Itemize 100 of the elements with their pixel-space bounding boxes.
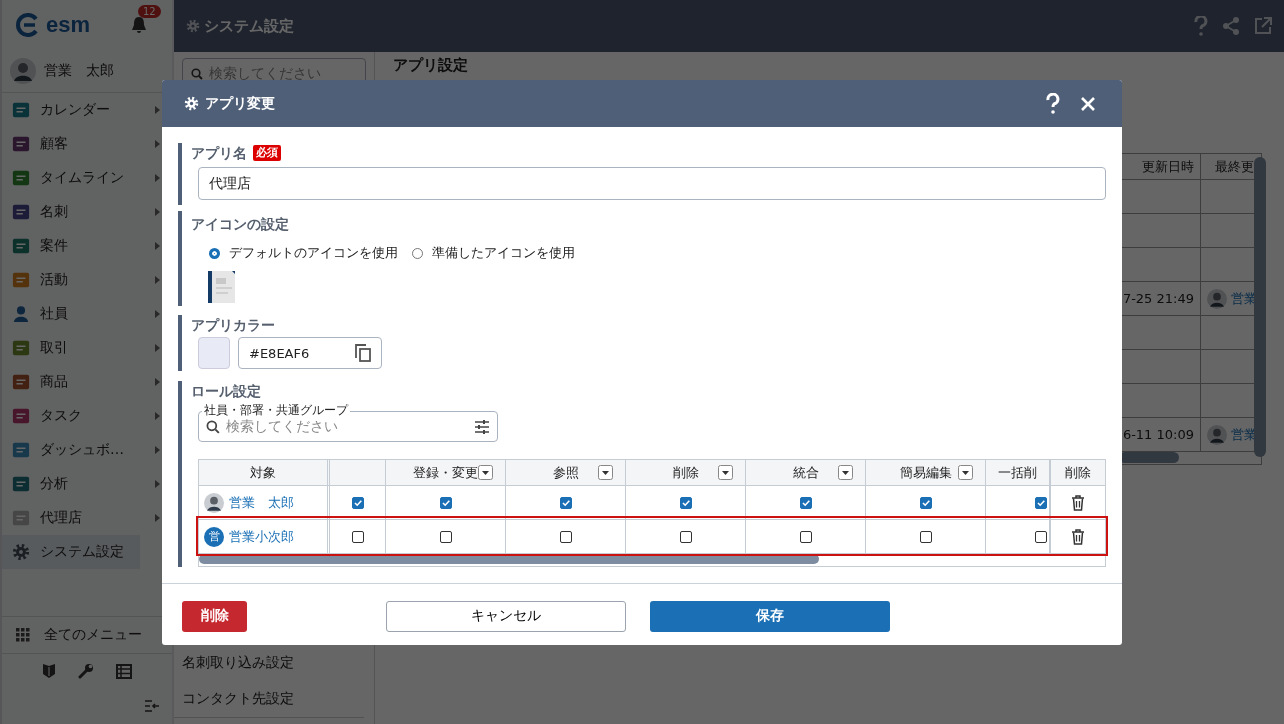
filter-icon[interactable] <box>474 419 490 434</box>
close-icon[interactable] <box>1080 95 1096 112</box>
help-icon[interactable] <box>1046 92 1060 115</box>
nav-item[interactable]: システム設定 <box>2 535 140 569</box>
nav-item[interactable]: 取引 <box>2 331 172 365</box>
logo-icon <box>16 13 40 37</box>
checkbox[interactable] <box>679 496 692 509</box>
checkbox[interactable] <box>1035 496 1047 509</box>
tile-icon <box>12 203 30 221</box>
arrow-icon <box>155 378 160 386</box>
save-button[interactable]: 保存 <box>650 600 890 632</box>
dropdown-icon[interactable] <box>718 465 733 480</box>
nav-item[interactable]: 分析 <box>2 467 172 501</box>
bell-icon[interactable] <box>130 15 148 35</box>
table-row[interactable]: 営 営業小次郎 <box>199 519 1105 553</box>
trash-icon[interactable] <box>1071 494 1085 511</box>
dropdown-icon[interactable] <box>838 465 853 480</box>
nav-item[interactable]: 名刺 <box>2 195 172 229</box>
nav-item[interactable]: タイムライン <box>2 161 172 195</box>
grid-icon <box>16 628 30 642</box>
color-swatch[interactable] <box>198 337 230 369</box>
input-field[interactable]: #E8EAF6 <box>238 337 382 369</box>
column-header: 統合 <box>792 463 819 482</box>
dropdown-icon[interactable] <box>478 465 493 480</box>
settings-menu-item[interactable]: 名刺取り込み設定 <box>174 645 374 681</box>
arrow-icon <box>155 446 160 454</box>
arrow-icon <box>155 412 160 420</box>
settings-menu-item[interactable]: コンタクト先設定 <box>174 681 374 717</box>
wrench-icon[interactable] <box>78 663 94 679</box>
arrow-icon <box>155 276 160 284</box>
nav-item[interactable]: 案件 <box>2 229 172 263</box>
tile-icon <box>12 169 30 187</box>
dropdown-icon[interactable] <box>958 465 973 480</box>
checkbox[interactable] <box>559 496 572 509</box>
checkbox[interactable] <box>919 530 932 543</box>
checkbox[interactable] <box>799 496 812 509</box>
checkbox[interactable] <box>351 530 364 543</box>
tile-icon <box>12 339 30 357</box>
tile-icon <box>12 509 30 527</box>
scrollbar-thumb[interactable] <box>199 554 819 564</box>
tile-icon <box>12 237 30 255</box>
column-header: 対象 <box>199 460 330 485</box>
scrollbar-thumb[interactable] <box>1254 157 1266 457</box>
nav-item[interactable]: 商品 <box>2 365 172 399</box>
column-header: 一括削 <box>998 463 1037 482</box>
checkbox[interactable] <box>351 496 364 509</box>
shield-icon[interactable] <box>42 663 56 679</box>
search-icon <box>206 419 220 434</box>
table-row[interactable]: 営業 太郎 <box>199 485 1105 519</box>
gear-icon <box>184 96 199 111</box>
field-label: ロール設定 <box>191 382 262 401</box>
checkbox[interactable] <box>919 496 932 509</box>
column-header: 参照 <box>552 463 579 482</box>
delete-button[interactable]: 削除 <box>182 600 247 632</box>
nav-item[interactable]: 社員 <box>2 297 172 331</box>
arrow-icon <box>155 106 160 114</box>
gear-icon <box>186 19 200 33</box>
nav-item[interactable]: カレンダー <box>2 93 172 127</box>
tile-icon <box>12 373 30 391</box>
user-link[interactable]: 営業小次郎 <box>229 527 294 546</box>
user-avatar[interactable] <box>10 58 36 84</box>
document-icon <box>208 271 236 303</box>
nav-item[interactable]: 活動 <box>2 263 172 297</box>
user-link[interactable]: 営業 太郎 <box>229 493 294 512</box>
search-field[interactable]: 社員・部署・共通グループ 検索してください <box>198 403 498 442</box>
nav-item[interactable]: タスク <box>2 399 172 433</box>
input-field[interactable]: 代理店 <box>198 167 1106 200</box>
checkbox[interactable] <box>1035 530 1047 543</box>
dialog-title: アプリ変更 <box>205 94 275 113</box>
user-avatar <box>1207 424 1227 445</box>
dropdown-icon[interactable] <box>598 465 613 480</box>
scrollbar-thumb[interactable] <box>1119 452 1179 463</box>
required-badge: 必須 <box>253 145 281 161</box>
arrow-icon <box>155 140 160 148</box>
checkbox[interactable] <box>799 530 812 543</box>
checkbox[interactable] <box>679 530 692 543</box>
radio-option[interactable]: デフォルトのアイコンを使用 <box>209 244 398 262</box>
arrow-icon <box>155 174 160 182</box>
radio-option[interactable]: 準備したアイコンを使用 <box>412 244 575 262</box>
cancel-button[interactable]: キャンセル <box>386 600 626 632</box>
collapse-icon[interactable] <box>144 699 160 713</box>
checkbox[interactable] <box>439 530 452 543</box>
logo-text: esm <box>46 12 91 38</box>
trash-icon[interactable] <box>1071 528 1085 545</box>
arrow-icon <box>155 344 160 352</box>
table-cell: 7-25 21:49 <box>1122 291 1194 306</box>
nav-item[interactable]: ダッシュボ… <box>2 433 172 467</box>
nav-item[interactable]: 顧客 <box>2 127 172 161</box>
all-menu-item[interactable]: 全てのメニュー <box>2 616 172 654</box>
search-icon <box>191 68 203 80</box>
section-title: アプリ設定 <box>393 56 469 75</box>
arrow-icon <box>155 480 160 488</box>
table-icon[interactable] <box>116 663 132 679</box>
page-title: システム設定 <box>204 16 294 36</box>
copy-icon[interactable] <box>355 344 371 362</box>
tile-icon <box>12 101 30 119</box>
nav-item[interactable]: 代理店 <box>2 501 172 535</box>
checkbox[interactable] <box>439 496 452 509</box>
column-header: 削除 <box>672 463 699 482</box>
checkbox[interactable] <box>559 530 572 543</box>
